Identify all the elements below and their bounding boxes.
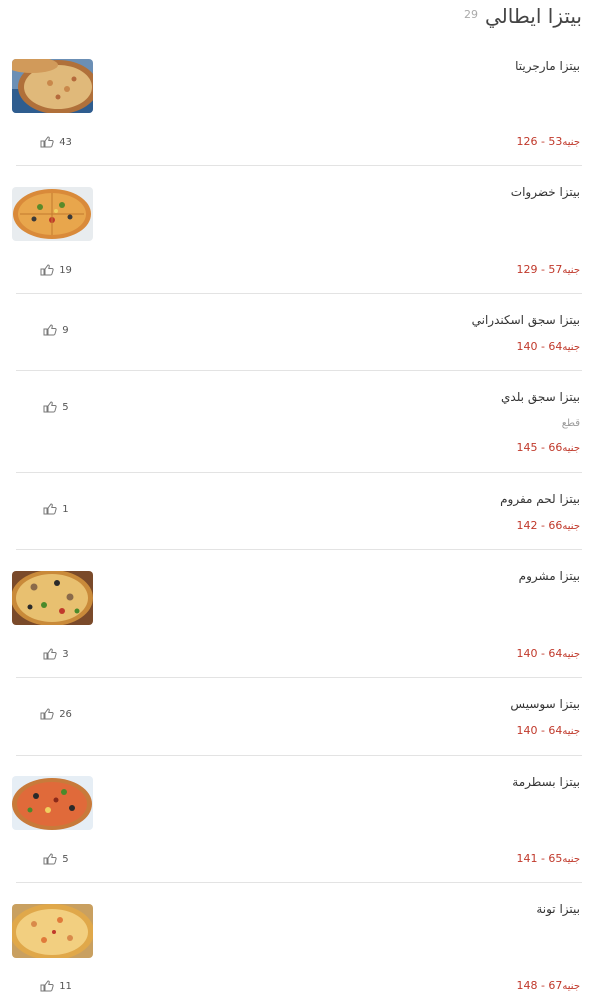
thumbs-up-icon <box>40 708 54 720</box>
item-name: بيتزا سجق بلدي <box>501 390 580 404</box>
item-name: بيتزا مارجريتا <box>515 59 580 73</box>
thumbs-up-icon <box>43 853 57 865</box>
item-price: جنيه64 - 140 <box>516 724 580 737</box>
like-count[interactable]: 5 <box>43 401 69 413</box>
item-price: جنيه53 - 126 <box>516 135 580 148</box>
thumbs-up-icon <box>40 264 54 276</box>
item-price: جنيه66 - 142 <box>516 519 580 532</box>
thumbs-up-icon <box>43 401 57 413</box>
item-name: بيتزا مشروم <box>518 569 580 583</box>
thumbs-up-icon <box>43 503 57 515</box>
item-name: بيتزا لحم مفروم <box>500 492 580 506</box>
menu-item[interactable]: بيتزا سوسيس جنيه64 - 140 26 <box>16 678 582 756</box>
category-title: بيتزا ايطالي <box>485 4 582 28</box>
category-header: بيتزا ايطالي 29 <box>0 0 592 40</box>
item-price: جنيه67 - 148 <box>516 979 580 992</box>
item-price: جنيه66 - 145 <box>516 441 580 454</box>
margherita-pizza-image[interactable] <box>12 59 93 113</box>
mushroom-pizza-image[interactable] <box>12 571 93 625</box>
item-price: جنيه64 - 140 <box>516 647 580 660</box>
pastrami-pizza-image[interactable] <box>12 776 93 830</box>
like-count[interactable]: 3 <box>43 648 69 660</box>
item-subtitle: قطع <box>561 418 580 429</box>
tuna-pizza-image[interactable] <box>12 904 93 958</box>
like-count[interactable]: 5 <box>43 853 69 865</box>
menu-item[interactable]: بيتزا سجق بلدي قطع جنيه66 - 145 5 <box>16 371 582 473</box>
thumbs-up-icon <box>40 136 54 148</box>
thumbs-up-icon <box>43 648 57 660</box>
thumbs-up-icon <box>43 324 57 336</box>
like-count[interactable]: 19 <box>40 264 72 276</box>
item-name: بيتزا سوسيس <box>510 697 580 711</box>
thumbs-up-icon <box>40 980 54 992</box>
vegetable-pizza-image[interactable] <box>12 187 93 241</box>
menu-item[interactable]: بيتزا خضروات جنيه57 - 129 19 <box>12 166 582 294</box>
like-count[interactable]: 1 <box>43 503 69 515</box>
item-price: جنيه65 - 141 <box>516 852 580 865</box>
like-count[interactable]: 11 <box>40 980 72 992</box>
menu-item[interactable]: بيتزا سجق اسكندراني جنيه64 - 140 9 <box>16 294 582 371</box>
category-count: 29 <box>464 8 478 21</box>
like-count[interactable]: 26 <box>40 708 72 720</box>
item-name: بيتزا خضروات <box>510 185 580 199</box>
item-name: بيتزا تونة <box>536 902 580 916</box>
menu-item[interactable]: بيتزا لحم مفروم جنيه66 - 142 1 <box>16 473 582 550</box>
item-name: بيتزا سجق اسكندراني <box>471 313 580 327</box>
like-count[interactable]: 9 <box>43 324 69 336</box>
menu-item[interactable]: بيتزا بسطرمة جنيه65 - 141 5 <box>12 756 582 883</box>
menu-item[interactable]: بيتزا مارجريتا جنيه53 - 126 43 <box>12 45 582 166</box>
menu-item[interactable]: بيتزا مشروم جنيه64 - 140 3 <box>12 550 582 678</box>
like-count[interactable]: 43 <box>40 136 72 148</box>
menu-item[interactable]: بيتزا تونة جنيه67 - 148 11 <box>12 883 582 997</box>
item-name: بيتزا بسطرمة <box>512 775 580 789</box>
item-price: جنيه57 - 129 <box>516 263 580 276</box>
item-price: جنيه64 - 140 <box>516 340 580 353</box>
